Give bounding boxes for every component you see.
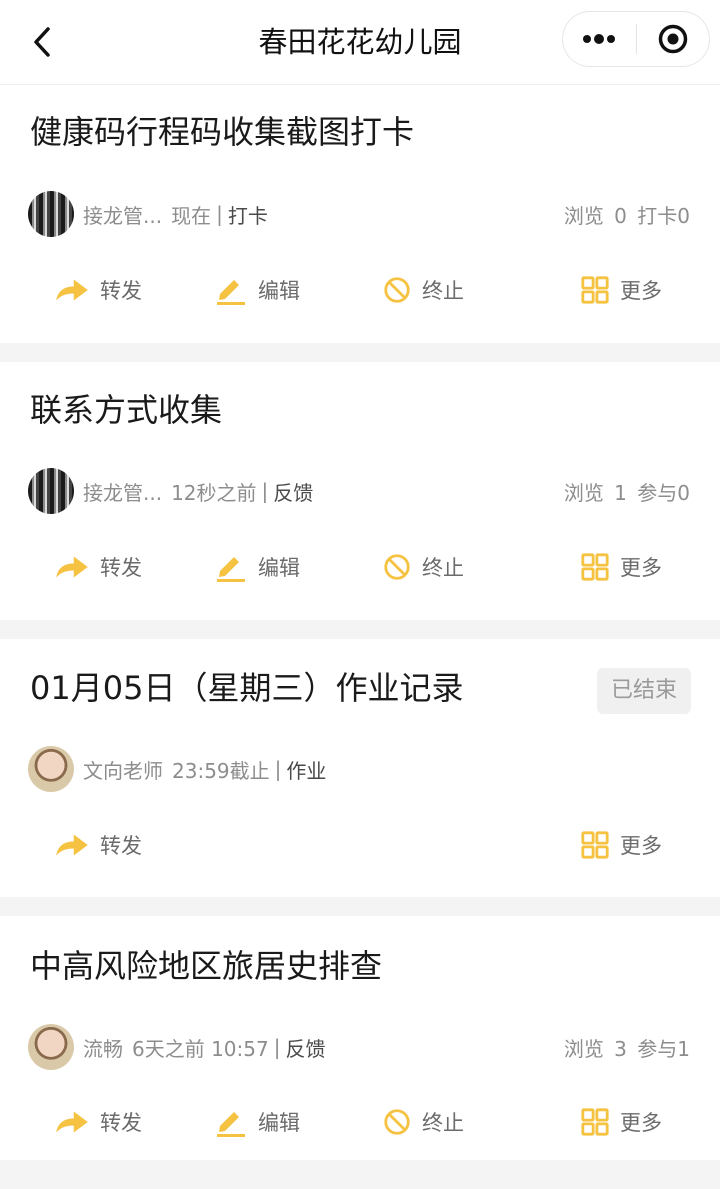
forward-arrow-icon bbox=[54, 276, 90, 304]
close-miniprogram-button[interactable] bbox=[637, 12, 710, 66]
more-label: 更多 bbox=[620, 834, 662, 858]
item-time: 6天之前 10:57 bbox=[132, 1036, 269, 1061]
more-label: 更多 bbox=[620, 556, 662, 580]
prohibited-icon bbox=[382, 275, 412, 305]
status-badge: 已结束 bbox=[597, 668, 691, 714]
target-circle-icon bbox=[658, 24, 687, 54]
forward-label: 转发 bbox=[100, 1111, 142, 1135]
author-name: 文向老师 bbox=[83, 758, 163, 783]
forward-label: 转发 bbox=[100, 834, 142, 858]
grid-icon bbox=[580, 552, 610, 582]
stop-label: 终止 bbox=[422, 1111, 464, 1135]
navigation-bar: 春田花花幼儿园 bbox=[0, 0, 720, 85]
forward-arrow-icon bbox=[54, 1108, 90, 1136]
grid-icon bbox=[580, 830, 610, 860]
meta-divider: | bbox=[274, 757, 282, 781]
stop-button[interactable]: 终止 bbox=[382, 270, 464, 310]
pencil-icon bbox=[214, 274, 248, 306]
mini-program-capsule bbox=[562, 11, 710, 67]
list-item[interactable]: 01月05日（星期三）作业记录 已结束 文向老师 23:59截止 | 作业 转发… bbox=[0, 639, 720, 897]
forward-button[interactable]: 转发 bbox=[54, 1102, 142, 1142]
stop-button[interactable]: 终止 bbox=[382, 1102, 464, 1142]
forward-arrow-icon bbox=[54, 553, 90, 581]
item-meta: 接龙管... 12秒之前 | 反馈 浏览 1 参与0 bbox=[28, 468, 690, 514]
list-item[interactable]: 中高风险地区旅居史排查 流畅 6天之前 10:57 | 反馈 浏览 3 参与1 … bbox=[0, 916, 720, 1160]
forward-label: 转发 bbox=[100, 556, 142, 580]
edit-button[interactable]: 编辑 bbox=[214, 270, 300, 310]
avatar bbox=[28, 468, 74, 514]
item-stats: 浏览 3 参与1 bbox=[563, 1036, 690, 1061]
more-button[interactable]: 更多 bbox=[580, 547, 662, 587]
item-type: 作业 bbox=[286, 758, 327, 783]
item-stats: 浏览 1 参与0 bbox=[563, 480, 690, 505]
forward-button[interactable]: 转发 bbox=[54, 270, 142, 310]
stop-label: 终止 bbox=[422, 279, 464, 303]
item-time: 23:59截止 bbox=[172, 758, 270, 783]
item-meta: 接龙管... 现在 | 打卡 浏览 0 打卡0 bbox=[28, 191, 690, 237]
more-dots-icon bbox=[583, 34, 616, 44]
forward-label: 转发 bbox=[100, 279, 142, 303]
item-meta: 文向老师 23:59截止 | 作业 bbox=[28, 746, 690, 792]
item-title[interactable]: 联系方式收集 bbox=[30, 389, 222, 431]
grid-icon bbox=[580, 1107, 610, 1137]
pencil-icon bbox=[214, 1106, 248, 1138]
edit-label: 编辑 bbox=[258, 556, 300, 580]
prohibited-icon bbox=[382, 1107, 412, 1137]
edit-button[interactable]: 编辑 bbox=[214, 547, 300, 587]
meta-divider: | bbox=[261, 479, 269, 503]
item-time: 现在 bbox=[171, 203, 212, 228]
item-type: 反馈 bbox=[273, 480, 314, 505]
list-item[interactable]: 健康码行程码收集截图打卡 接龙管... 现在 | 打卡 浏览 0 打卡0 转发 … bbox=[0, 85, 720, 343]
edit-label: 编辑 bbox=[258, 1111, 300, 1135]
item-title[interactable]: 健康码行程码收集截图打卡 bbox=[30, 111, 414, 153]
avatar bbox=[28, 191, 74, 237]
edit-button[interactable]: 编辑 bbox=[214, 1102, 300, 1142]
stop-label: 终止 bbox=[422, 556, 464, 580]
prohibited-icon bbox=[382, 552, 412, 582]
forward-button[interactable]: 转发 bbox=[54, 547, 142, 587]
more-label: 更多 bbox=[620, 279, 662, 303]
stop-button[interactable]: 终止 bbox=[382, 547, 464, 587]
forward-button[interactable]: 转发 bbox=[54, 825, 142, 865]
forward-arrow-icon bbox=[54, 831, 90, 859]
more-label: 更多 bbox=[620, 1111, 662, 1135]
more-button[interactable]: 更多 bbox=[580, 1102, 662, 1142]
avatar bbox=[28, 746, 74, 792]
item-title[interactable]: 01月05日（星期三）作业记录 bbox=[30, 667, 463, 709]
item-type: 反馈 bbox=[285, 1036, 326, 1061]
list-item[interactable]: 联系方式收集 接龙管... 12秒之前 | 反馈 浏览 1 参与0 转发 编辑 … bbox=[0, 362, 720, 620]
edit-label: 编辑 bbox=[258, 279, 300, 303]
item-type: 打卡 bbox=[227, 203, 268, 228]
author-name: 接龙管... bbox=[83, 203, 163, 228]
author-name: 接龙管... bbox=[83, 480, 163, 505]
meta-divider: | bbox=[216, 202, 223, 226]
more-button[interactable]: 更多 bbox=[580, 825, 662, 865]
back-button[interactable] bbox=[28, 24, 56, 60]
item-stats: 浏览 0 打卡0 bbox=[563, 203, 690, 228]
item-meta: 流畅 6天之前 10:57 | 反馈 浏览 3 参与1 bbox=[28, 1024, 690, 1070]
avatar bbox=[28, 1024, 74, 1070]
item-title[interactable]: 中高风险地区旅居史排查 bbox=[30, 945, 382, 987]
grid-icon bbox=[580, 275, 610, 305]
chevron-left-icon bbox=[34, 27, 50, 57]
item-time: 12秒之前 bbox=[171, 480, 257, 505]
more-menu-button[interactable] bbox=[563, 12, 636, 66]
author-name: 流畅 bbox=[83, 1036, 123, 1061]
more-button[interactable]: 更多 bbox=[580, 270, 662, 310]
pencil-icon bbox=[214, 551, 248, 583]
meta-divider: | bbox=[273, 1035, 281, 1059]
